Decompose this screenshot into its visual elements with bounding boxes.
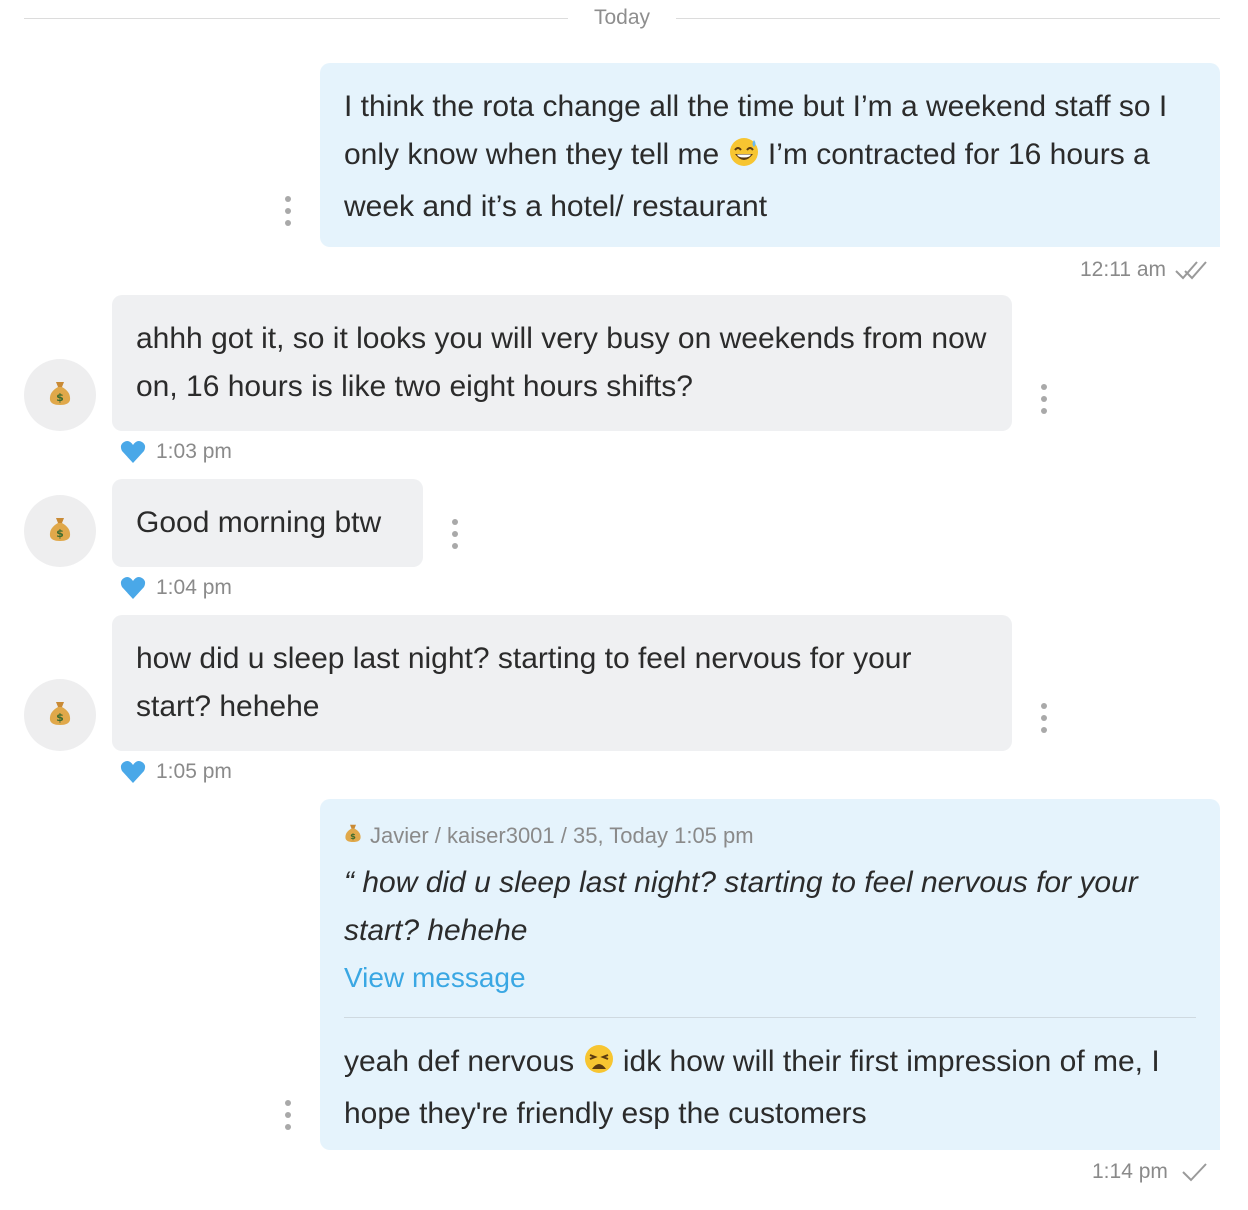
outgoing-message[interactable]: I think the rota change all the time but…: [320, 63, 1220, 247]
divider-line-right: [676, 18, 1220, 19]
day-divider: Today: [24, 6, 1220, 30]
message-time: 1:05 pm: [156, 760, 232, 783]
quote-header: $ Javier / kaiser3001 / 35, Today 1:05 p…: [344, 821, 1196, 851]
message-options-icon[interactable]: [1038, 384, 1050, 414]
message-time: 12:11 am: [1080, 258, 1166, 281]
outgoing-reply-message[interactable]: $ Javier / kaiser3001 / 35, Today 1:05 p…: [320, 799, 1220, 1150]
day-divider-label: Today: [593, 6, 651, 29]
money-bag-icon: $: [48, 380, 72, 411]
money-bag-icon: $: [344, 821, 362, 851]
divider-line-left: [24, 18, 568, 19]
svg-text:$: $: [56, 711, 64, 724]
message-meta: 1:05 pm: [120, 760, 232, 784]
quote-author: Javier / kaiser3001 / 35, Today 1:05 pm: [370, 823, 754, 848]
incoming-message[interactable]: Good morning btw: [112, 479, 423, 567]
weary-face-emoji-icon: [583, 1042, 615, 1090]
message-meta: 12:11 am: [1080, 258, 1210, 282]
message-options-icon[interactable]: [282, 196, 294, 226]
incoming-message[interactable]: how did u sleep last night? starting to …: [112, 615, 1012, 751]
message-text: how did u sleep last night? starting to …: [136, 642, 912, 723]
message-time: 1:14 pm: [1092, 1160, 1168, 1183]
blue-heart-reaction-icon[interactable]: [120, 440, 146, 464]
message-options-icon[interactable]: [282, 1100, 294, 1130]
view-message-link[interactable]: View message: [344, 955, 1196, 1001]
money-bag-icon: $: [48, 700, 72, 731]
read-double-check-icon: [1174, 259, 1210, 281]
message-meta: 1:04 pm: [120, 576, 232, 600]
message-text: yeah def nervous: [344, 1045, 575, 1078]
quote-separator: [344, 1017, 1196, 1018]
avatar[interactable]: $: [24, 359, 96, 431]
avatar[interactable]: $: [24, 679, 96, 751]
message-options-icon[interactable]: [449, 519, 461, 549]
svg-text:$: $: [350, 831, 356, 841]
svg-text:$: $: [56, 391, 64, 404]
message-options-icon[interactable]: [1038, 703, 1050, 733]
message-time: 1:04 pm: [156, 576, 232, 599]
message-text: ahhh got it, so it looks you will very b…: [136, 322, 987, 403]
money-bag-icon: $: [48, 516, 72, 547]
avatar[interactable]: $: [24, 495, 96, 567]
message-time: 1:03 pm: [156, 440, 232, 463]
blue-heart-reaction-icon[interactable]: [120, 576, 146, 600]
grinning-sweat-emoji-icon: [728, 135, 760, 183]
message-meta: 1:14 pm: [1092, 1160, 1208, 1184]
sent-check-icon: [1180, 1161, 1208, 1183]
quoted-message-text: “ how did u sleep last night? starting t…: [344, 866, 1138, 947]
blue-heart-reaction-icon[interactable]: [120, 760, 146, 784]
message-meta: 1:03 pm: [120, 440, 232, 464]
message-text: Good morning btw: [136, 506, 382, 539]
svg-text:$: $: [56, 527, 64, 540]
incoming-message[interactable]: ahhh got it, so it looks you will very b…: [112, 295, 1012, 431]
